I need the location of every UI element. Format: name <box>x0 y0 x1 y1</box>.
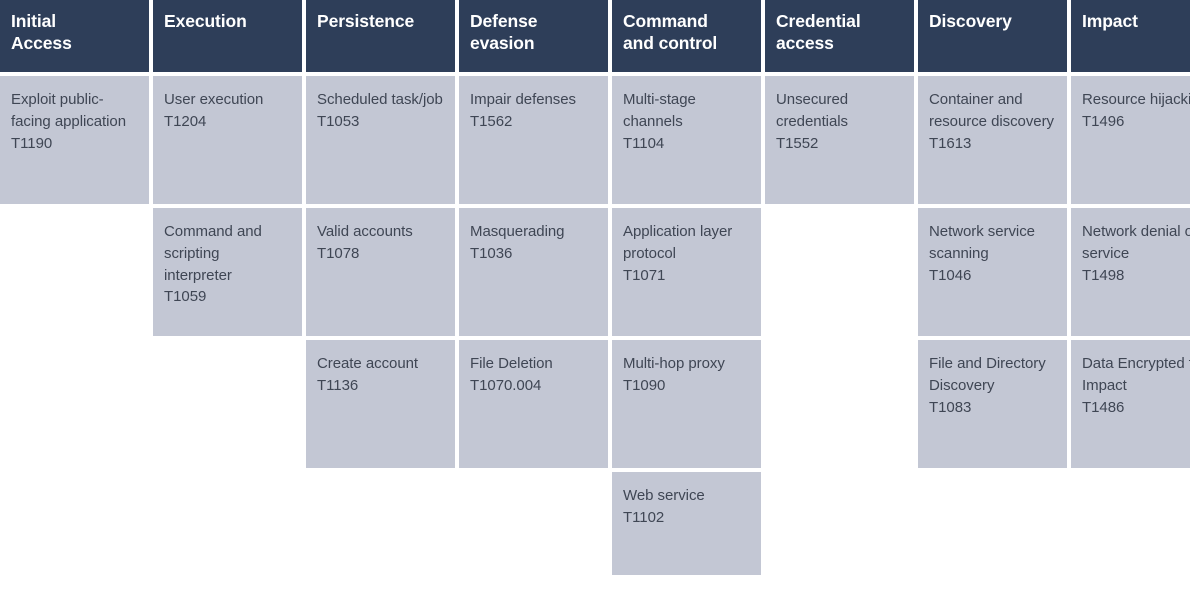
technique-cell[interactable]: Data Encrypted for Impact T1486 <box>1071 340 1190 468</box>
technique-cell[interactable]: Multi-stage channels T1104 <box>612 76 761 204</box>
technique-id: T1496 <box>1082 112 1125 130</box>
technique-name: File Deletion <box>470 355 553 372</box>
technique-name: Command and scripting interpreter <box>164 223 262 284</box>
technique-name: Application layer protocol <box>623 223 733 262</box>
technique-name: Exploit public-facing application <box>11 91 127 130</box>
empty-cell <box>918 472 1067 575</box>
technique-id: T1070.004 <box>470 376 542 394</box>
technique-name: User execution <box>164 91 264 108</box>
empty-cell <box>153 340 302 468</box>
technique-id: T1486 <box>1082 398 1125 416</box>
technique-id: T1102 <box>623 508 665 526</box>
technique-cell[interactable]: Application layer protocol T1071 <box>612 208 761 336</box>
technique-name: Create account <box>317 355 419 372</box>
technique-id: T1059 <box>164 288 207 306</box>
technique-name: Scheduled task/job <box>317 91 443 108</box>
technique-cell[interactable]: Network service scanning T1046 <box>918 208 1067 336</box>
technique-name: Multi-stage channels <box>623 91 696 130</box>
technique-cell[interactable]: Resource hijacking T1496 <box>1071 76 1190 204</box>
technique-cell[interactable]: Exploit public-facing application T1190 <box>0 76 149 204</box>
technique-name: Resource hijacking <box>1082 91 1190 108</box>
technique-name: Unsecured credentials <box>776 91 849 130</box>
technique-cell[interactable]: Valid accounts T1078 <box>306 208 455 336</box>
technique-id: T1204 <box>164 112 207 130</box>
technique-id: T1078 <box>317 244 360 262</box>
technique-cell[interactable]: Network denial of service T1498 <box>1071 208 1190 336</box>
matrix-column-header: Impact <box>1071 0 1190 72</box>
technique-cell[interactable]: Create account T1136 <box>306 340 455 468</box>
technique-name: File and Directory Discovery <box>929 355 1046 394</box>
technique-name: Data Encrypted for Impact <box>1082 355 1190 394</box>
technique-name: Network service scanning <box>929 223 1035 262</box>
technique-cell[interactable]: Masquerading T1036 <box>459 208 608 336</box>
empty-cell <box>765 208 914 336</box>
matrix-column-header: Credential access <box>765 0 914 72</box>
technique-id: T1562 <box>470 112 513 130</box>
empty-cell <box>0 472 149 575</box>
technique-id: T1136 <box>317 376 359 394</box>
technique-id: T1053 <box>317 112 360 130</box>
technique-name: Impair defenses <box>470 91 576 108</box>
technique-cell[interactable]: Impair defenses T1562 <box>459 76 608 204</box>
empty-cell <box>765 472 914 575</box>
empty-cell <box>765 340 914 468</box>
empty-cell <box>1071 472 1190 575</box>
technique-cell[interactable]: File Deletion T1070.004 <box>459 340 608 468</box>
technique-name: Web service <box>623 487 705 504</box>
technique-name: Valid accounts <box>317 223 413 240</box>
technique-cell[interactable]: Multi-hop proxy T1090 <box>612 340 761 468</box>
technique-id: T1498 <box>1082 266 1125 284</box>
empty-cell <box>153 472 302 575</box>
technique-id: T1613 <box>929 134 972 152</box>
technique-id: T1083 <box>929 398 972 416</box>
attack-matrix: Initial Access Execution Persistence Defens… <box>0 0 1190 575</box>
technique-cell[interactable]: Command and scripting interpreter T1059 <box>153 208 302 336</box>
matrix-column-header: Command and control <box>612 0 761 72</box>
matrix-column-header: Persistence <box>306 0 455 72</box>
matrix-column-header: Defense evasion <box>459 0 608 72</box>
empty-cell <box>0 340 149 468</box>
technique-cell[interactable]: Web service T1102 <box>612 472 761 575</box>
technique-id: T1090 <box>623 376 666 394</box>
matrix-column-header: Execution <box>153 0 302 72</box>
matrix-column-header: Discovery <box>918 0 1067 72</box>
empty-cell <box>306 472 455 575</box>
matrix-column-header: Initial Access <box>0 0 149 72</box>
technique-name: Multi-hop proxy <box>623 355 725 372</box>
technique-name: Container and resource discovery <box>929 91 1054 130</box>
technique-cell[interactable]: Scheduled task/job T1053 <box>306 76 455 204</box>
technique-id: T1552 <box>776 134 819 152</box>
technique-name: Network denial of service <box>1082 223 1190 262</box>
technique-cell[interactable]: User execution T1204 <box>153 76 302 204</box>
empty-cell <box>0 208 149 336</box>
technique-cell[interactable]: Unsecured credentials T1552 <box>765 76 914 204</box>
technique-id: T1104 <box>623 134 665 152</box>
empty-cell <box>459 472 608 575</box>
technique-id: T1046 <box>929 266 972 284</box>
technique-name: Masquerading <box>470 223 565 240</box>
technique-cell[interactable]: Container and resource discovery T1613 <box>918 76 1067 204</box>
technique-cell[interactable]: File and Directory Discovery T1083 <box>918 340 1067 468</box>
technique-id: T1036 <box>470 244 513 262</box>
technique-id: T1190 <box>11 134 53 152</box>
technique-id: T1071 <box>623 266 666 284</box>
